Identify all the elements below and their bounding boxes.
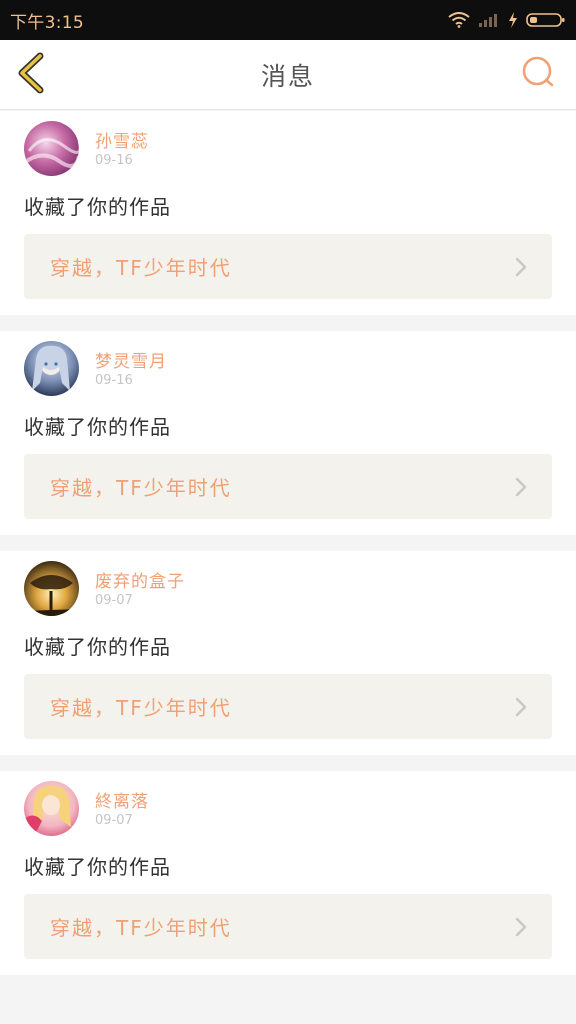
signal-icon (478, 12, 500, 28)
post-date: 09-16 (95, 153, 133, 168)
work-link[interactable]: 穿越，TF少年时代 (24, 454, 552, 519)
avatar[interactable] (24, 561, 79, 616)
chevron-left-icon (16, 52, 46, 98)
message-card: 废弃的盒子 09-07 收藏了你的作品 穿越，TF少年时代 (0, 551, 576, 755)
message-card: 梦灵雪月 09-16 收藏了你的作品 穿越，TF少年时代 (0, 331, 576, 535)
post-date: 09-07 (95, 593, 133, 608)
work-link[interactable]: 穿越，TF少年时代 (24, 234, 552, 299)
work-link[interactable]: 穿越，TF少年时代 (24, 894, 552, 959)
work-title: 穿越，TF少年时代 (50, 916, 232, 940)
chevron-right-icon (514, 696, 528, 722)
action-text: 收藏了你的作品 (24, 195, 171, 219)
post-date: 09-16 (95, 373, 133, 388)
work-title: 穿越，TF少年时代 (50, 476, 232, 500)
message-list: 孙雪蕊 09-16 收藏了你的作品 穿越，TF少年时代 梦灵雪月 09-16 收… (0, 111, 576, 991)
user-name[interactable]: 废弃的盒子 (95, 567, 185, 592)
avatar[interactable] (24, 341, 79, 396)
wifi-icon (448, 12, 470, 28)
status-time: 下午3:15 (10, 12, 84, 33)
work-title: 穿越，TF少年时代 (50, 696, 232, 720)
chevron-right-icon (514, 916, 528, 942)
user-name[interactable]: 梦灵雪月 (95, 347, 167, 372)
back-button[interactable] (14, 52, 48, 98)
work-link[interactable]: 穿越，TF少年时代 (24, 674, 552, 739)
status-bar: 下午3:15 (0, 0, 576, 40)
post-date: 09-07 (95, 813, 133, 828)
battery-icon (526, 12, 566, 28)
action-text: 收藏了你的作品 (24, 415, 171, 439)
chevron-right-icon (514, 256, 528, 282)
work-title: 穿越，TF少年时代 (50, 256, 232, 280)
user-name[interactable]: 孙雪蕊 (95, 127, 149, 152)
action-text: 收藏了你的作品 (24, 635, 171, 659)
status-icons (448, 12, 566, 28)
chevron-right-icon (514, 476, 528, 502)
nav-bar: 消息 (0, 40, 576, 110)
avatar[interactable] (24, 121, 79, 176)
search-icon (521, 55, 555, 93)
message-card: 終离落 09-07 收藏了你的作品 穿越，TF少年时代 (0, 771, 576, 975)
charging-icon (508, 12, 518, 28)
search-button[interactable] (520, 56, 556, 92)
message-card: 孙雪蕊 09-16 收藏了你的作品 穿越，TF少年时代 (0, 111, 576, 315)
avatar[interactable] (24, 781, 79, 836)
page-title: 消息 (260, 61, 315, 91)
action-text: 收藏了你的作品 (24, 855, 171, 879)
user-name[interactable]: 終离落 (95, 787, 149, 812)
